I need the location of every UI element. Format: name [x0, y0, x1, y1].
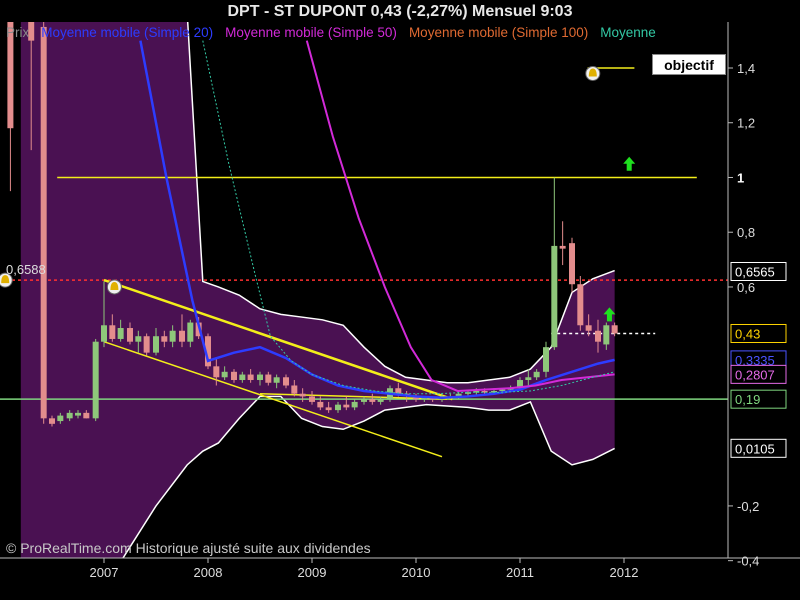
x-tick-label: 2011 [506, 565, 534, 580]
candle-body [335, 404, 341, 411]
candle-body [543, 347, 549, 372]
candle-body [49, 418, 55, 424]
candle-body [187, 322, 194, 342]
y-tick-label: 0,8 [737, 225, 755, 240]
candle-body [369, 399, 376, 402]
candle-body [611, 325, 618, 334]
price-label: 0,6565 [735, 264, 775, 279]
candle-body [569, 243, 575, 285]
chart-legend: Prix Moyenne mobile (Simple 20) Moyenne mo… [6, 25, 728, 40]
legend-entry: Prix [6, 25, 30, 40]
candle-body [361, 399, 367, 402]
x-tick-label: 2009 [298, 565, 327, 580]
candle-body [299, 393, 306, 397]
candle-body [343, 404, 350, 408]
candle-body [559, 245, 566, 249]
price-label: 0,6588 [6, 262, 46, 277]
candle-body [351, 401, 358, 408]
candle-body [533, 371, 540, 378]
up-arrow-icon [623, 156, 636, 171]
candle-body [273, 377, 280, 383]
candle-body [577, 284, 584, 326]
candle-body [603, 325, 610, 345]
y-tick-label: 1,2 [737, 116, 755, 131]
candle-body [377, 399, 384, 402]
candle-body [127, 328, 133, 342]
candle-body [213, 366, 220, 378]
candle-body [551, 245, 558, 348]
legend-entry: Moyenne mobile (Simple 100) [408, 25, 589, 40]
price-label: 0,43 [735, 326, 760, 341]
legend-entry: Moyenne mobile (Simple 50) [225, 25, 397, 40]
price-label: 0,19 [735, 392, 760, 407]
candle-body [135, 336, 142, 342]
candle-body [57, 415, 64, 422]
y-tick-label: -0,4 [737, 554, 759, 569]
x-tick-label: 2008 [194, 565, 223, 580]
candle-body [221, 371, 228, 378]
candle-body [40, 26, 47, 419]
candle-body [231, 371, 237, 381]
candle-body [585, 325, 592, 331]
bollinger-band-area [20, 22, 615, 558]
price-label: 0,0105 [735, 441, 775, 456]
candle-body [161, 336, 168, 342]
candle-body [525, 377, 532, 381]
candle-body [283, 377, 289, 386]
candle-body [291, 385, 298, 394]
candle-body [265, 374, 272, 383]
y-tick-label: -0,2 [737, 499, 759, 514]
candle-body [309, 396, 315, 402]
y-tick-label: 1,4 [737, 61, 755, 76]
objectif-label: objectif [652, 54, 726, 75]
y-tick-label: 0,6 [737, 280, 755, 295]
candle-body [143, 336, 150, 353]
candlestick-chart: 1,41,210,80,6-0,2-0,40,65650,430,33350,2… [0, 22, 800, 580]
chart-title: DPT - ST DUPONT 0,43 (-2,27%) Mensuel 9:… [227, 3, 573, 20]
candle-body [83, 412, 90, 419]
x-tick-label: 2007 [90, 565, 119, 580]
candle-body [75, 412, 81, 416]
y-tick-label: 1 [737, 170, 744, 185]
price-label: 0,2807 [735, 367, 775, 382]
candle-body [595, 330, 601, 342]
x-tick-label: 2012 [610, 565, 639, 580]
candle-body [257, 374, 263, 381]
copyright-notice: © ProRealTime.com Historique ajusté suit… [6, 540, 371, 556]
legend-entry: Moyenne mobile (Simple 20) [41, 25, 214, 40]
candle-body [153, 336, 159, 353]
candle-body [317, 401, 324, 408]
x-tick-label: 2010 [402, 565, 431, 580]
legend-entry: Moyenne [600, 25, 656, 40]
candle-body [117, 328, 124, 339]
candle-body [92, 341, 99, 419]
candle-body [247, 374, 254, 381]
candle-body [109, 325, 116, 339]
candle-body [66, 412, 73, 419]
candle-body [179, 330, 185, 342]
candle-body [101, 325, 107, 342]
candle-body [169, 330, 176, 342]
candle-body [239, 374, 246, 381]
candle-body [325, 407, 332, 411]
